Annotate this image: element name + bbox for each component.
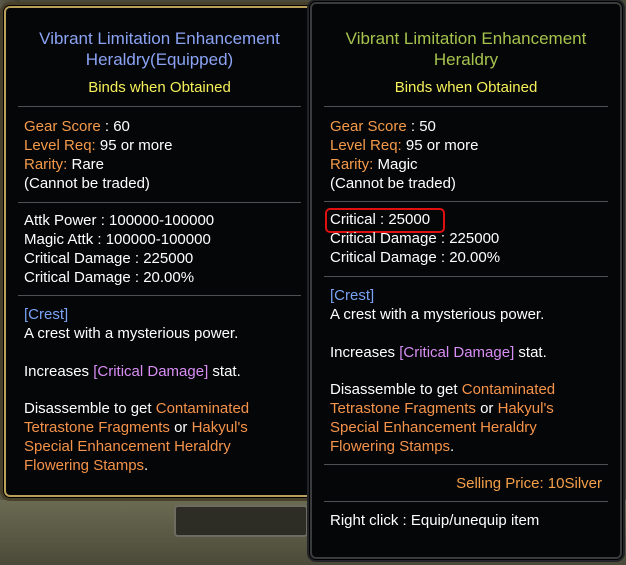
material-name: Hakyul's [497,400,554,417]
trade-note: (Cannot be traded) [24,175,150,192]
gear-score-value: : 50 [406,118,436,135]
trade-note: (Cannot be traded) [330,175,456,192]
critical-damage-keyword: [Critical Damage] [399,344,515,361]
gear-score-value: : 60 [100,118,130,135]
critical-damage-keyword: [Critical Damage] [93,363,209,380]
disassemble-prefix: Disassemble to get [24,400,156,417]
compare-item-tooltip: Vibrant Limitation Enhancement Heraldry … [310,2,622,559]
disassemble-prefix: Disassemble to get [330,381,462,398]
material-name: Flowering Stamps [24,457,145,474]
divider [324,464,608,465]
level-req-label: Level Req: [24,137,96,154]
equipped-item-tooltip: Vibrant Limitation Enhancement Heraldry(… [4,6,315,497]
stat-line: Critical Damage : 20.00% [330,249,501,266]
item-title-line1: Vibrant Limitation Enhancement [345,29,587,48]
increases-line: Increases [Critical Damage] stat. [330,343,547,362]
divider [324,201,608,202]
disassemble-line2: Tetrastone Fragments or Hakyul's [330,399,554,418]
divider [324,106,608,107]
increases-suffix: stat. [514,344,547,361]
stat-line: Magic Attk : 100000-100000 [24,231,211,248]
rarity-row: Rarity: Rare [24,155,104,174]
stat-line: Critical Damage : 225000 [330,230,500,247]
disassemble-line1: Disassemble to get Contaminated [24,399,249,418]
disassemble-end: . [450,438,455,455]
gear-score-label: Gear Score [330,118,407,135]
level-req-value: 95 or more [401,137,479,154]
material-name: Tetrastone Fragments [330,400,476,417]
increases-suffix: stat. [208,363,241,380]
crest-description: A crest with a mysterious power. [330,306,545,323]
increases-line: Increases [Critical Damage] stat. [24,362,241,381]
rarity-label: Rarity: [24,156,68,173]
disassemble-line3: Special Enhancement Heraldry [330,419,537,436]
crest-label: [Crest] [330,287,375,304]
gear-score-row: Gear Score : 60 [24,117,130,136]
disassemble-line2: Tetrastone Fragments or Hakyul's [24,418,248,437]
level-req-value: 95 or more [95,137,173,154]
item-title-line2: Heraldry [433,50,499,69]
level-req-label: Level Req: [330,137,402,154]
right-click-hint: Right click : Equip/unequip item [330,512,540,529]
selling-price: Selling Price: 10Silver [456,475,602,492]
binds-text: Binds when Obtained [394,79,538,96]
material-name: Contaminated [461,381,556,398]
stat-line: Critical : 25000 [330,211,431,228]
gear-score-label: Gear Score [24,118,101,135]
increases-prefix: Increases [24,363,94,380]
disassemble-line4: Flowering Stamps. [330,437,454,456]
background-ui-slot [174,505,308,537]
disassemble-or: or [475,400,498,417]
divider [18,202,301,203]
divider [18,295,301,296]
stat-line: Critical Damage : 225000 [24,250,194,267]
level-req-row: Level Req: 95 or more [24,136,172,155]
stat-line: Critical Damage : 20.00% [24,269,195,286]
crest-description: A crest with a mysterious power. [24,325,239,342]
material-name: Contaminated [155,400,250,417]
gear-score-row: Gear Score : 50 [330,117,436,136]
disassemble-line3: Special Enhancement Heraldry [24,438,231,455]
disassemble-line4: Flowering Stamps. [24,456,148,475]
divider [324,501,608,502]
crest-label: [Crest] [24,306,69,323]
material-name: Flowering Stamps [330,438,451,455]
stat-line: Attk Power : 100000-100000 [24,212,215,229]
item-title-line2: Heraldry(Equipped) [85,50,234,69]
level-req-row: Level Req: 95 or more [330,136,478,155]
rarity-label: Rarity: [330,156,374,173]
material-name: Hakyul's [191,419,248,436]
disassemble-end: . [144,457,149,474]
divider [18,106,301,107]
disassemble-line1: Disassemble to get Contaminated [330,380,555,399]
disassemble-or: or [169,419,192,436]
divider [324,276,608,277]
increases-prefix: Increases [330,344,400,361]
material-name: Tetrastone Fragments [24,419,170,436]
rarity-row: Rarity: Magic [330,155,418,174]
item-title-line1: Vibrant Limitation Enhancement [39,29,280,48]
rarity-value: Rare [67,156,105,173]
rarity-value: Magic [373,156,418,173]
binds-text: Binds when Obtained [88,79,231,96]
